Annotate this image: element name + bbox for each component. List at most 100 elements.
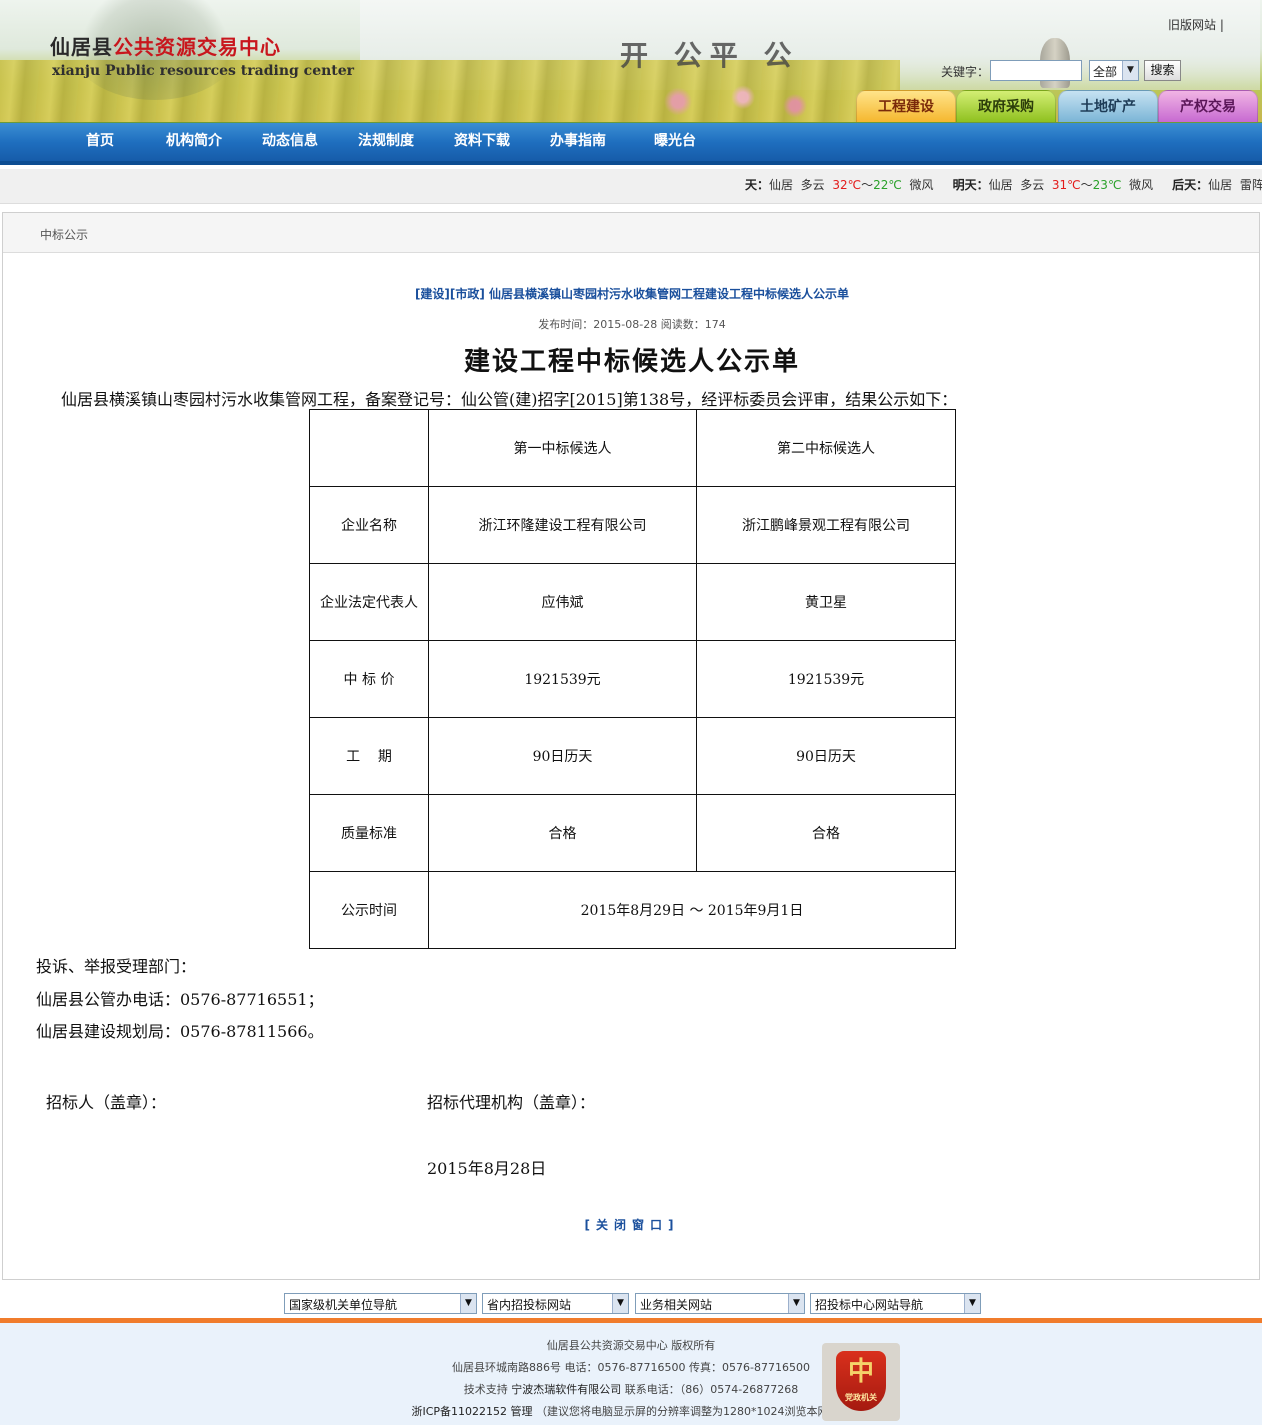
table-row: 工 期 90日历天 90日历天 xyxy=(309,717,956,795)
tab-government-procurement[interactable]: 政府采购 xyxy=(956,90,1056,122)
contact-line: 仙居县建设规划局：0576-87811566。 xyxy=(36,1022,324,1041)
footer-tech-company[interactable]: 宁波杰瑞软件有限公司 xyxy=(511,1383,621,1396)
nav-item-guide[interactable]: 办事指南 xyxy=(550,123,606,161)
weather-today-city: 仙居 xyxy=(769,178,794,192)
table-row-label: 企业法定代表人 xyxy=(309,563,429,641)
table-row-label: 质量标准 xyxy=(309,794,429,872)
nav-item-news[interactable]: 动态信息 xyxy=(262,123,318,161)
tab-engineering[interactable]: 工程建设 xyxy=(856,90,956,122)
weather-tomorrow-wind: 微风 xyxy=(1129,178,1154,192)
banner-slogan: 开 公平 公 xyxy=(620,39,800,72)
gov-agency-badge[interactable]: 中党政机关 xyxy=(822,1343,900,1421)
footer-tech-support: 技术支持 宁波杰瑞软件有限公司 联系电话：（86）0574-26877268 xyxy=(0,1381,1262,1397)
chevron-down-icon: ▼ xyxy=(964,1294,980,1313)
table-cell-publicity: 2015年8月29日 ～ 2015年9月1日 xyxy=(428,871,956,949)
contact-line: 仙居县公管办电话：0576-87716551； xyxy=(36,990,324,1009)
search-label: 关键字： xyxy=(941,65,990,79)
weather-tomorrow-cond: 多云 xyxy=(1020,178,1045,192)
footer-admin-link[interactable]: 管理 xyxy=(511,1405,533,1418)
table-cell-first: 90日历天 xyxy=(428,717,697,795)
link-select-value: 省内招投标网站 xyxy=(487,1298,572,1312)
search-input[interactable] xyxy=(990,60,1082,81)
table-row-label: 公示时间 xyxy=(309,871,429,949)
footer-address: 仙居县环城南路886号 电话：0576-87716500 传真：0576-877… xyxy=(452,1361,810,1374)
article-meta: 发布时间：2015-08-28 阅读数：174 xyxy=(538,318,726,331)
table-cell-second: 1921539元 xyxy=(696,640,956,718)
weather-today-low: 22℃ xyxy=(873,178,902,192)
weather-tomorrow-sep: ～ xyxy=(1080,178,1093,192)
table-header-row: 第一中标候选人 第二中标候选人 xyxy=(309,409,956,487)
badge-label: 党政机关 xyxy=(845,1392,877,1402)
site-logo-red: 公共资源交易中心 xyxy=(113,35,281,59)
article-heading: [建设][市政] 仙居县横溪镇山枣园村污水收集管网工程建设工程中标候选人公示单 xyxy=(414,287,850,301)
signature-agency: 招标代理机构（盖章）： xyxy=(427,1093,596,1112)
site-logo[interactable]: 仙居县公共资源交易中心 xyxy=(50,31,281,60)
weather-tomorrow-low: 23℃ xyxy=(1092,178,1122,192)
tab-land-minerals[interactable]: 土地矿产 xyxy=(1058,90,1158,122)
old-site-separator: | xyxy=(1219,18,1224,32)
breadcrumb-bar: 中标公示 xyxy=(3,213,1259,253)
table-row: 企业名称 浙江环隆建设工程有限公司 浙江鹏峰景观工程有限公司 xyxy=(309,486,956,564)
document-title: 建设工程中标候选人公示单 xyxy=(463,347,800,377)
chevron-down-icon: ▼ xyxy=(612,1294,628,1313)
footer-resolution-note: （建议您将电脑显示屏的分辨率调整为1280*1024浏览本网站） xyxy=(536,1405,851,1418)
link-select-business[interactable]: 业务相关网站 ▼ xyxy=(635,1293,805,1314)
table-row-publicity: 公示时间 2015年8月29日 ～ 2015年9月1日 xyxy=(309,871,956,949)
link-select-row: 国家级机关单位导航 ▼ 省内招投标网站 ▼ 业务相关网站 ▼ 招投标中心网站导航… xyxy=(0,1290,1262,1318)
link-select-centers[interactable]: 招投标中心网站导航 ▼ xyxy=(810,1293,981,1314)
table-row-label: 中 标 价 xyxy=(309,640,429,718)
old-site-link-wrap: 旧版网站 | xyxy=(1168,16,1224,33)
table-row-label: 工 期 xyxy=(309,717,429,795)
table-row: 质量标准 合格 合格 xyxy=(309,794,956,872)
weather-tomorrow-label: 明天： xyxy=(952,178,989,192)
search-scope-value: 全部 xyxy=(1093,65,1118,79)
link-select-value: 国家级机关单位导航 xyxy=(289,1298,398,1312)
table-cell-second: 黄卫星 xyxy=(696,563,956,641)
chevron-down-icon: ▼ xyxy=(460,1294,476,1313)
nav-item-downloads[interactable]: 资料下载 xyxy=(454,123,510,161)
link-select-national[interactable]: 国家级机关单位导航 ▼ xyxy=(284,1293,477,1314)
contact-heading: 投诉、举报受理部门： xyxy=(36,957,197,976)
weather-after-label: 后天： xyxy=(1172,178,1209,192)
weather-tomorrow-high: 31℃ xyxy=(1051,178,1081,192)
search-scope-select[interactable]: 全部 ▼ xyxy=(1089,60,1139,81)
old-site-link[interactable]: 旧版网站 xyxy=(1168,18,1216,32)
footer-icp-link[interactable]: 浙ICP备11022152 xyxy=(411,1405,507,1418)
weather-today-cond: 多云 xyxy=(800,178,825,192)
table-cell-first: 1921539元 xyxy=(428,640,697,718)
table-cell-first: 应伟斌 xyxy=(428,563,697,641)
breadcrumb[interactable]: 中标公示 xyxy=(40,226,88,243)
table-cell-first: 合格 xyxy=(428,794,697,872)
site-logo-prefix: 仙居县 xyxy=(50,35,113,59)
table-cell-second: 浙江鹏峰景观工程有限公司 xyxy=(696,486,956,564)
table-row-label: 企业名称 xyxy=(309,486,429,564)
header-banner: 仙居县公共资源交易中心 xianju Public resources trad… xyxy=(0,0,1262,123)
footer-tech-phone: 联系电话：（86）0574-26877268 xyxy=(624,1383,799,1396)
document-intro: 仙居县横溪镇山枣园村污水收集管网工程，备案登记号：仙公管(建)招字[2015]第… xyxy=(61,390,958,409)
candidate-table: 第一中标候选人 第二中标候选人 企业名称 浙江环隆建设工程有限公司 浙江鹏峰景观… xyxy=(309,409,956,949)
table-header-empty xyxy=(309,409,429,487)
close-window-link[interactable]: [关闭窗口] xyxy=(3,1216,1261,1233)
signature-date: 2015年8月28日 xyxy=(427,1159,547,1178)
weather-forecast: 天：仙居 多云 32℃～22℃ 微风 明天：仙居 多云 31℃～23℃ 微风 后… xyxy=(745,176,1262,193)
table-header-first: 第一中标候选人 xyxy=(428,409,697,487)
link-select-provincial[interactable]: 省内招投标网站 ▼ xyxy=(482,1293,629,1314)
table-cell-first: 浙江环隆建设工程有限公司 xyxy=(428,486,697,564)
link-select-value: 业务相关网站 xyxy=(640,1298,713,1312)
weather-today-wind: 微风 xyxy=(909,178,934,192)
chevron-down-icon: ▼ xyxy=(788,1294,804,1313)
footer-tech-label: 技术支持 xyxy=(463,1383,508,1396)
nav-item-home[interactable]: 首页 xyxy=(86,123,114,161)
weather-after-cond: 雷阵雨 xyxy=(1239,178,1262,192)
nav-item-regulations[interactable]: 法规制度 xyxy=(358,123,414,161)
nav-item-exposure[interactable]: 曝光台 xyxy=(654,123,696,161)
table-cell-second: 合格 xyxy=(696,794,956,872)
weather-today-high: 32℃ xyxy=(832,178,862,192)
search-button[interactable]: 搜索 xyxy=(1144,60,1181,81)
nav-item-about[interactable]: 机构简介 xyxy=(166,123,222,161)
weather-tomorrow-city: 仙居 xyxy=(988,178,1013,192)
weather-bar: 天：仙居 多云 32℃～22℃ 微风 明天：仙居 多云 31℃～23℃ 微风 后… xyxy=(0,169,1262,204)
footer: 仙居县公共资源交易中心 版权所有 仙居县环城南路886号 电话：0576-877… xyxy=(0,1318,1262,1425)
tab-property-rights[interactable]: 产权交易 xyxy=(1158,90,1258,122)
chevron-down-icon: ▼ xyxy=(1122,61,1138,80)
